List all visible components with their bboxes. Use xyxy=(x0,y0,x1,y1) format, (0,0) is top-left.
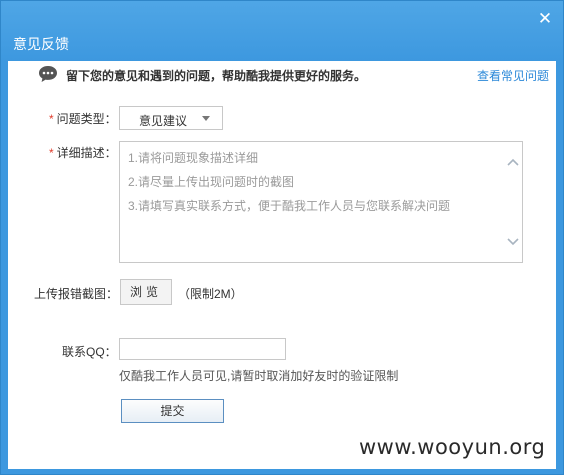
feedback-dialog: 意见反馈 ✕ 留下您的意见和遇到的问题，帮助酷我提供更好的服务。 查看常见问题 … xyxy=(0,0,564,475)
title-bar[interactable]: 意见反馈 ✕ xyxy=(1,1,563,61)
dialog-title: 意见反馈 xyxy=(13,36,69,52)
type-label: 问题类型： xyxy=(56,112,117,126)
upload-label: 上传报错截图： xyxy=(34,287,119,301)
chat-bubble-icon xyxy=(39,66,57,82)
qq-label: 联系QQ： xyxy=(62,345,117,359)
detail-label-row: * 详细描述： xyxy=(49,144,117,161)
scroll-up-icon[interactable] xyxy=(506,156,520,168)
detail-textarea[interactable]: 1.请将问题现象描述详细 2.请尽量上传出现问题时的截图 3.请填写真实联系方式… xyxy=(119,141,523,263)
close-icon[interactable]: ✕ xyxy=(535,9,555,29)
placeholder-line-2: 2.请尽量上传出现问题时的截图 xyxy=(128,175,295,189)
qq-input[interactable] xyxy=(119,338,286,360)
upload-limit: （限制2M） xyxy=(178,287,243,301)
browse-button[interactable]: 浏览 xyxy=(120,279,172,305)
placeholder-line-3: 3.请填写真实联系方式，便于酷我工作人员与您联系解决问题 xyxy=(128,199,451,213)
qq-hint: 仅酷我工作人员可见,请暂时取消加好友时的验证限制 xyxy=(119,369,399,383)
type-select-value: 意见建议 xyxy=(139,114,188,128)
notice-text: 留下您的意见和遇到的问题，帮助酷我提供更好的服务。 xyxy=(66,69,367,83)
submit-button[interactable]: 提交 xyxy=(121,399,224,423)
type-select[interactable]: 意见建议 xyxy=(119,106,223,130)
watermark: www.wooyun.org xyxy=(359,435,546,459)
scroll-down-icon[interactable] xyxy=(506,236,520,248)
detail-label: 详细描述： xyxy=(56,146,117,160)
dialog-content: 留下您的意见和遇到的问题，帮助酷我提供更好的服务。 查看常见问题 * 问题类型： … xyxy=(8,61,556,469)
placeholder-line-1: 1.请将问题现象描述详细 xyxy=(128,151,259,165)
faq-link[interactable]: 查看常见问题 xyxy=(477,67,549,84)
chevron-down-icon xyxy=(202,116,210,121)
type-label-row: * 问题类型： xyxy=(49,110,117,127)
required-mark: * xyxy=(49,146,54,160)
required-mark: * xyxy=(49,112,54,126)
